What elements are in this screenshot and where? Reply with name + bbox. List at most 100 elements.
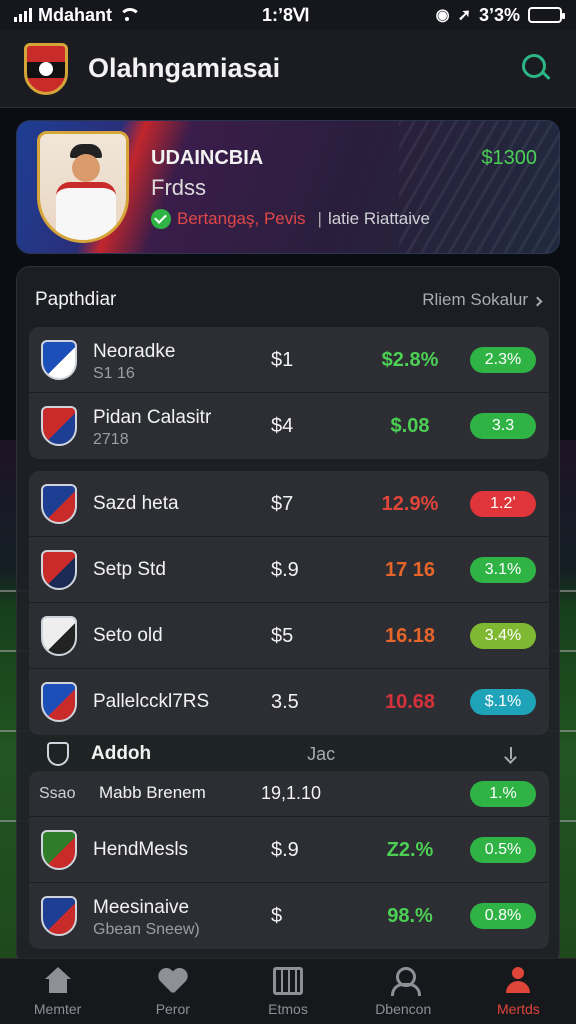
change-pill: 1.2ʼ [470,491,536,517]
table-row[interactable]: Meesinaive Gbean Sneew) $98.% 0.8% [29,883,549,949]
row-price: $.9 [271,559,299,581]
row-change: 17 16 [384,559,436,581]
row-name: Neoradke [93,341,176,362]
meta-separator: | [317,209,322,228]
nav-item-person[interactable]: Dbencon [346,959,461,1024]
change-pill: 3.1% [470,557,536,583]
nav-label: Dbencon [375,1000,432,1017]
nav-item-home[interactable]: Memter [0,959,115,1024]
app-logo [24,42,68,95]
signal-icon [14,8,32,22]
row-change: $.08 [390,415,430,437]
search-icon[interactable] [522,53,552,84]
featured-price: $1300 [481,147,537,169]
market-group-2: Sazd heta $7 12.9% 1.2ʼ Setp Std $.9 17 16 3.1%… [29,471,549,735]
nav-item-heart[interactable]: Peror [115,959,230,1024]
row-name: Meesinaive [93,897,190,918]
table-row[interactable]: Setp Std $.9 17 16 3.1% [29,537,549,603]
change-pill: 3.4% [470,623,536,649]
row-label: Ssao [39,785,76,802]
section-name: Addoh [91,743,152,764]
row-name: HendMesls [93,839,189,860]
alarm-icon: ◉ [435,7,450,24]
featured-player-name: UDAINCBIA [151,147,264,169]
arrow-down-icon[interactable] [505,747,517,761]
row-price: $5 [271,625,294,647]
nav-item-calendar[interactable]: Etmos [230,959,345,1024]
table-row[interactable]: Seto old $5 16.18 3.4% [29,603,549,669]
view-all-link[interactable]: Rliem Sokalur [422,290,543,310]
nav-label: Mertds [497,1000,540,1017]
status-bar: Mdahant 1:ʼ8Ⅵ ◉ ➚ 3ʼ3% [0,0,576,30]
market-group-1: Neoradke S1 16 $1 $2.8% 2.3% Pidan Calasitr 27… [29,327,549,459]
table-row[interactable]: Pallelcckl7RS 3.5 10.68 $.1% [29,669,549,735]
team-crest-icon [41,484,77,524]
shield-icon [47,742,69,766]
bottom-nav: Memter Peror Etmos Dbencon Mertds [0,958,576,1024]
row-price: $ [271,905,283,927]
table-row[interactable]: Pidan Calasitr 2718 $4 $.08 3.3 [29,393,549,459]
table-row[interactable]: Neoradke S1 16 $1 $2.8% 2.3% [29,327,549,393]
change-pill: 0.5% [470,837,536,863]
featured-status: Bertangaş, Pevis [177,209,306,228]
row-price: $1 [271,349,294,371]
carrier-label: Mdahant [38,4,112,25]
row-name: Pidan Calasitr [93,407,212,428]
markets-icon [503,966,533,995]
team-crest-icon [41,830,77,870]
clock: 1:ʼ8Ⅵ [261,4,310,25]
change-pill: 3.3 [470,413,536,439]
row-change: Z2.% [386,839,434,861]
market-group-3: Ssao Mabb Brenem 19,1.10 1.% HendMesls $.… [29,771,549,949]
location-icon: ➚ [457,7,471,24]
row-name: Seto old [93,625,163,646]
row-name: Sazd heta [93,493,179,514]
row-price: $.9 [271,839,299,861]
app-title: Olahngamiasai [88,53,281,83]
featured-player-card[interactable]: UDAINCBIA Frdss Bertangaş, Pevis | latie… [16,120,560,254]
row-name: Setp Std [93,559,166,580]
row-price: $7 [271,493,294,515]
person-icon [388,966,422,996]
row-change: 10.68 [384,691,436,713]
team-crest-icon [41,406,77,446]
row-change: $2.8% [381,349,439,371]
view-all-label: Rliem Sokalur [422,290,528,309]
table-row[interactable]: HendMesls $.9 Z2.% 0.5% [29,817,549,883]
heart-icon [158,967,188,995]
nav-label: Peror [155,1000,190,1017]
row-name: Mabb Brenem [99,783,206,802]
battery-icon [528,7,565,23]
table-row[interactable]: Ssao Mabb Brenem 19,1.10 1.% [29,771,549,817]
table-row[interactable]: Sazd heta $7 12.9% 1.2ʼ [29,471,549,537]
row-subtitle: 2718 [93,431,129,448]
row-price: $4 [271,415,294,437]
wifi-icon [118,8,141,22]
row-change: 98.% [387,905,433,927]
nav-label: Memter [33,1000,82,1017]
section-header: Addoh Jac [47,739,529,769]
row-subtitle: S1 16 [93,365,135,382]
nav-label: Etmos [268,1000,308,1017]
calendar-icon [273,966,303,995]
player-portrait [37,131,129,243]
check-icon [151,209,171,229]
row-change: 12.9% [381,493,439,515]
change-pill: $.1% [470,689,536,715]
panel-title: Papthdiar [35,289,117,310]
home-icon [43,966,73,995]
app-header: Olahngamiasai [0,30,576,108]
team-crest-icon [41,340,77,380]
row-subtitle: Gbean Sneew) [93,921,200,938]
team-crest-icon [41,616,77,656]
chevron-right-icon [532,296,543,307]
featured-note: latie Riattaive [327,209,430,228]
nav-item-markets[interactable]: Mertds [461,959,576,1024]
team-crest-icon [41,682,77,722]
change-pill: 1.% [470,781,536,807]
row-name: Pallelcckl7RS [93,691,210,712]
change-pill: 0.8% [470,903,536,929]
row-change: 16.18 [384,625,436,647]
section-column: Jac [307,743,336,764]
row-price: 3.5 [271,691,299,713]
